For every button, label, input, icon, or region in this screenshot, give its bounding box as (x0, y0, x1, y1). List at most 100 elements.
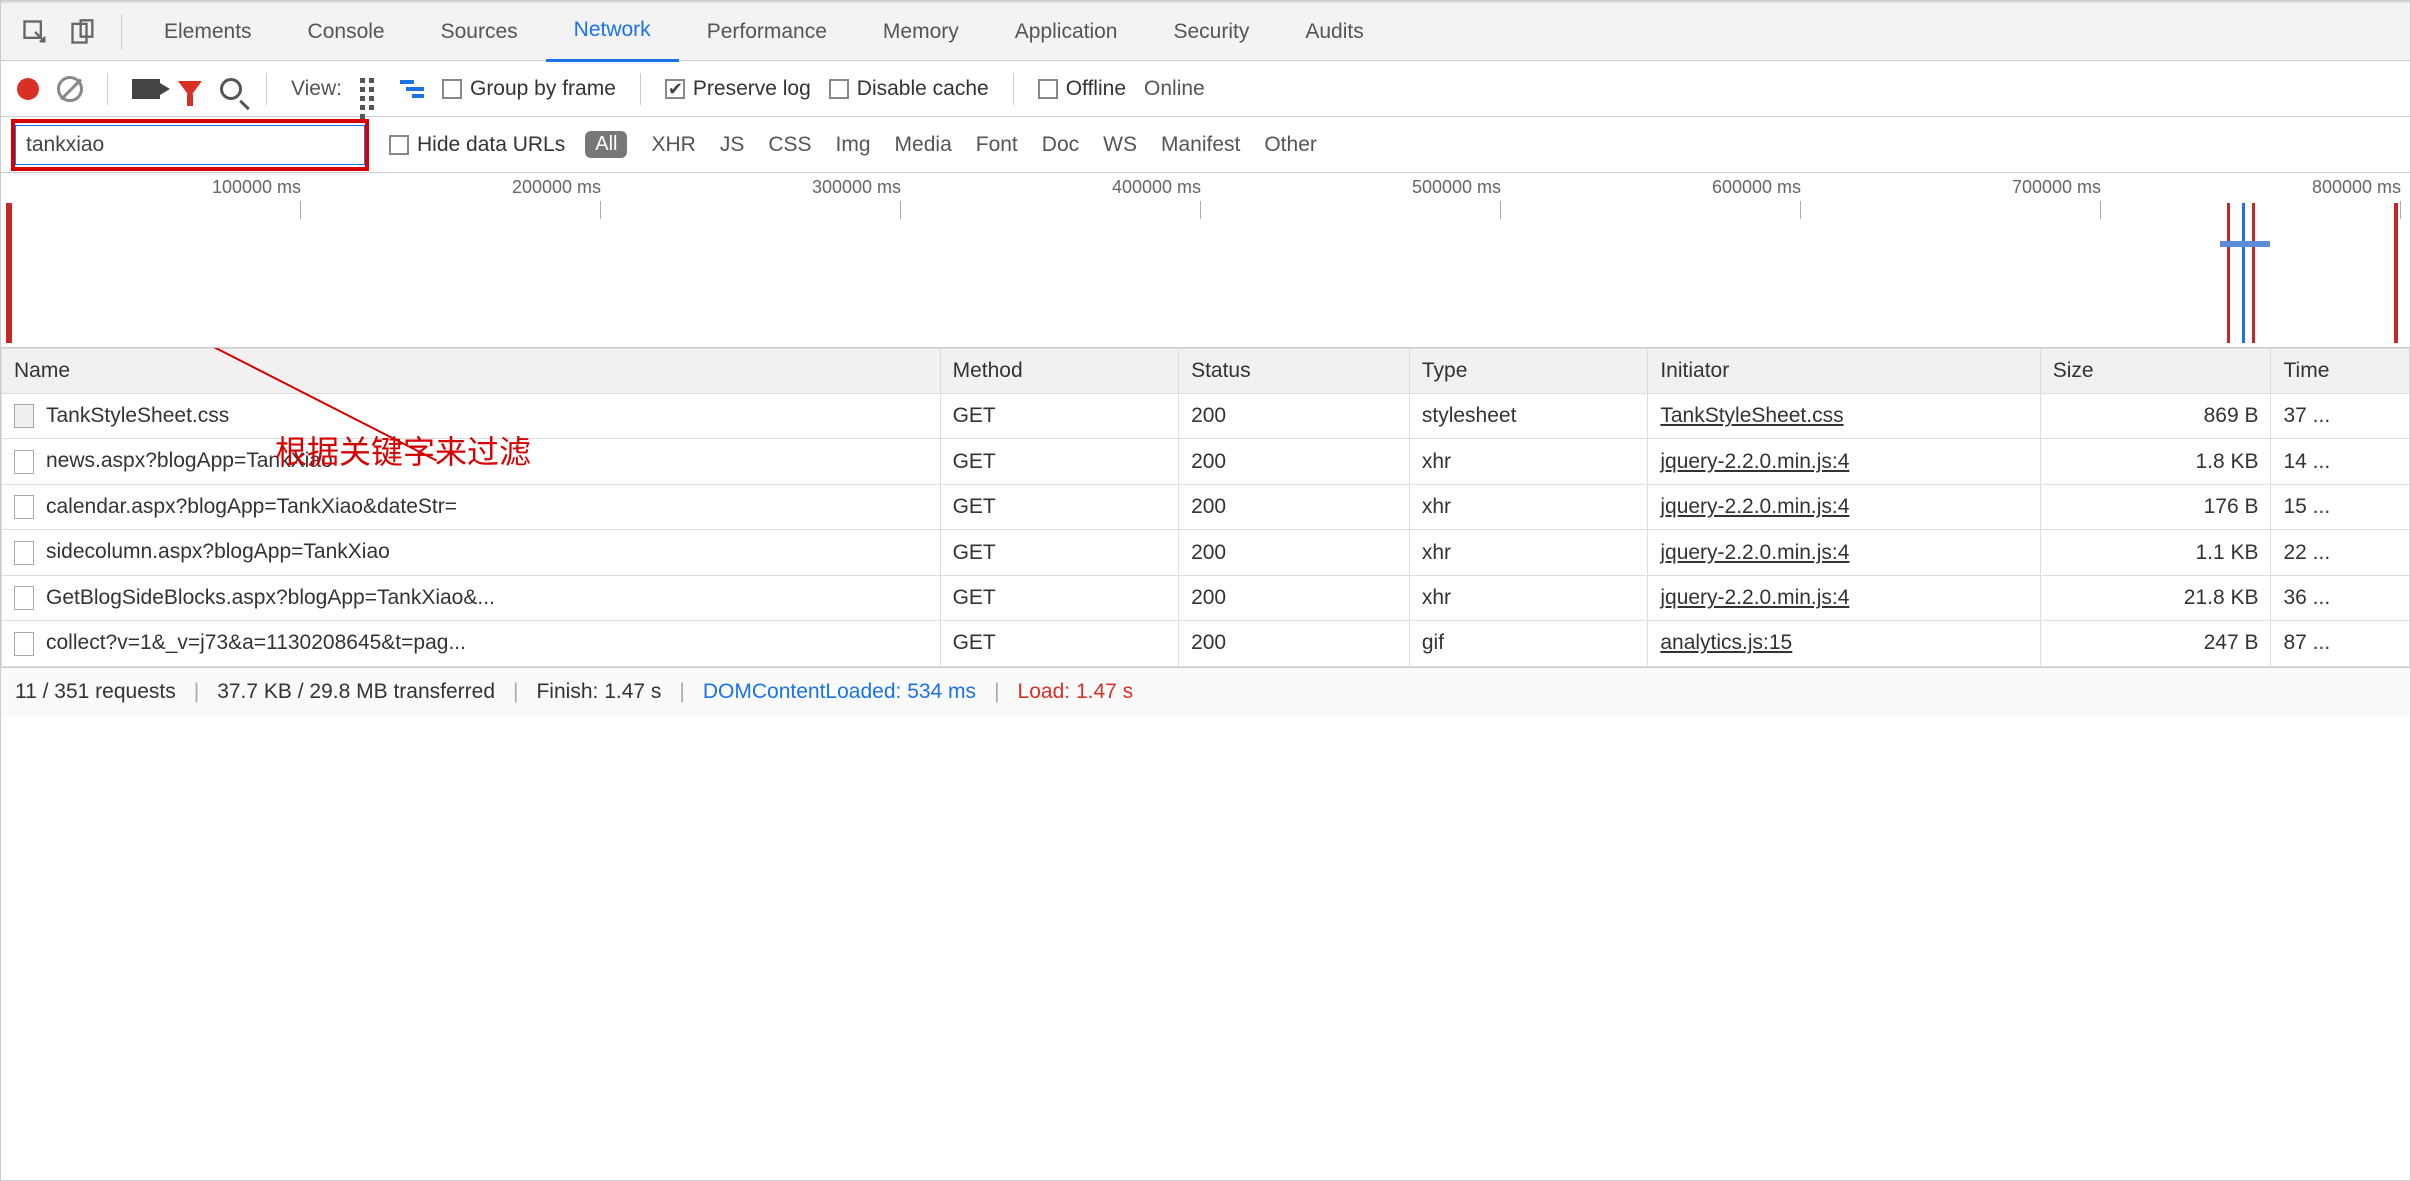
tab-elements[interactable]: Elements (136, 2, 280, 62)
filter-type-manifest[interactable]: Manifest (1161, 133, 1240, 157)
cell-type: xhr (1409, 439, 1647, 484)
tab-console[interactable]: Console (280, 2, 413, 62)
hide-data-urls-label: Hide data URLs (417, 133, 565, 156)
devtools-tabbar: ElementsConsoleSourcesNetworkPerformance… (1, 1, 2410, 61)
filter-icon[interactable] (178, 81, 202, 97)
view-label: View: (291, 77, 342, 101)
filter-type-media[interactable]: Media (895, 133, 952, 157)
filter-type-ws[interactable]: WS (1103, 133, 1137, 157)
file-icon (14, 450, 34, 474)
filter-type-img[interactable]: Img (836, 133, 871, 157)
cell-initiator: jquery-2.2.0.min.js:4 (1648, 530, 2040, 575)
tab-memory[interactable]: Memory (855, 2, 987, 62)
filter-bar: Hide data URLs All XHR JS CSS Img Media Font Do… (1, 117, 2410, 173)
cell-size: 247 B (2040, 621, 2271, 666)
cell-method: GET (940, 484, 1178, 529)
timeline-request-bar (2220, 241, 2270, 247)
cell-status: 200 (1179, 575, 1410, 620)
separator (121, 14, 122, 50)
cell-name[interactable]: GetBlogSideBlocks.aspx?blogApp=TankXiao&… (2, 575, 941, 620)
table-row[interactable]: sidecolumn.aspx?blogApp=TankXiaoGET200xh… (2, 530, 2410, 575)
large-rows-icon[interactable] (360, 78, 382, 100)
record-button[interactable] (17, 78, 39, 100)
cell-method: GET (940, 575, 1178, 620)
cell-time: 22 ... (2271, 530, 2410, 575)
cell-initiator: jquery-2.2.0.min.js:4 (1648, 575, 2040, 620)
cell-type: xhr (1409, 530, 1647, 575)
cell-initiator: jquery-2.2.0.min.js:4 (1648, 439, 2040, 484)
online-label[interactable]: Online (1144, 77, 1205, 101)
column-type[interactable]: Type (1409, 349, 1647, 394)
tab-audits[interactable]: Audits (1277, 2, 1391, 62)
column-initiator[interactable]: Initiator (1648, 349, 2040, 394)
initiator-link[interactable]: jquery-2.2.0.min.js:4 (1660, 541, 1849, 564)
inspect-icon[interactable] (11, 8, 59, 56)
filter-type-font[interactable]: Font (976, 133, 1018, 157)
status-requests: 11 / 351 requests (15, 680, 176, 704)
cell-name[interactable]: collect?v=1&_v=j73&a=1130208645&t=pag... (2, 621, 941, 666)
disable-cache-checkbox[interactable]: Disable cache (829, 77, 989, 101)
table-row[interactable]: GetBlogSideBlocks.aspx?blogApp=TankXiao&… (2, 575, 2410, 620)
filter-type-all[interactable]: All (585, 131, 627, 158)
initiator-link[interactable]: jquery-2.2.0.min.js:4 (1660, 450, 1849, 473)
filter-type-doc[interactable]: Doc (1042, 133, 1079, 157)
separator (107, 73, 108, 105)
cell-status: 200 (1179, 394, 1410, 439)
timeline-load-marker (2227, 203, 2230, 343)
cell-method: GET (940, 621, 1178, 666)
capture-screenshot-icon[interactable] (132, 79, 160, 99)
filter-type-xhr[interactable]: XHR (651, 133, 695, 157)
cell-initiator: TankStyleSheet.css (1648, 394, 2040, 439)
file-icon (14, 495, 34, 519)
offline-checkbox[interactable]: Offline (1038, 77, 1126, 101)
filter-input[interactable] (15, 125, 365, 165)
separator (266, 73, 267, 105)
initiator-link[interactable]: analytics.js:15 (1660, 631, 1792, 654)
group-by-frame-checkbox[interactable]: Group by frame (442, 77, 616, 101)
filter-type-other[interactable]: Other (1264, 133, 1317, 157)
hide-data-urls-checkbox[interactable]: Hide data URLs (389, 133, 565, 157)
timeline-tick: 700000 ms (1801, 177, 2101, 198)
cell-name[interactable]: calendar.aspx?blogApp=TankXiao&dateStr= (2, 484, 941, 529)
group-by-frame-label: Group by frame (470, 77, 616, 100)
tab-sources[interactable]: Sources (413, 2, 546, 62)
tab-performance[interactable]: Performance (679, 2, 855, 62)
column-size[interactable]: Size (2040, 349, 2271, 394)
waterfall-icon[interactable] (400, 80, 424, 98)
search-icon[interactable] (220, 78, 242, 100)
timeline-tick: 600000 ms (1501, 177, 1801, 198)
cell-initiator: jquery-2.2.0.min.js:4 (1648, 484, 2040, 529)
timeline-end-marker (2394, 203, 2398, 343)
filter-highlight-box (11, 119, 369, 171)
column-method[interactable]: Method (940, 349, 1178, 394)
tab-application[interactable]: Application (987, 2, 1146, 62)
cell-type: stylesheet (1409, 394, 1647, 439)
preserve-log-checkbox[interactable]: Preserve log (665, 77, 811, 101)
column-status[interactable]: Status (1179, 349, 1410, 394)
timeline-dcl-marker (2242, 203, 2245, 343)
table-row[interactable]: calendar.aspx?blogApp=TankXiao&dateStr=G… (2, 484, 2410, 529)
filter-type-css[interactable]: CSS (768, 133, 811, 157)
cell-time: 87 ... (2271, 621, 2410, 666)
table-row[interactable]: collect?v=1&_v=j73&a=1130208645&t=pag...… (2, 621, 2410, 666)
timeline-tick: 800000 ms (2101, 177, 2401, 198)
device-toggle-icon[interactable] (59, 8, 107, 56)
tab-security[interactable]: Security (1145, 2, 1277, 62)
timeline-start-marker (6, 203, 12, 343)
annotation-text: 根据关键字来过滤 (275, 427, 531, 473)
tab-network[interactable]: Network (546, 2, 679, 62)
column-time[interactable]: Time (2271, 349, 2410, 394)
overview-timeline[interactable]: 100000 ms200000 ms300000 ms400000 ms5000… (1, 173, 2410, 348)
preserve-log-label: Preserve log (693, 77, 811, 100)
cell-size: 176 B (2040, 484, 2271, 529)
initiator-link[interactable]: jquery-2.2.0.min.js:4 (1660, 495, 1849, 518)
cell-size: 1.8 KB (2040, 439, 2271, 484)
cell-method: GET (940, 530, 1178, 575)
clear-button[interactable] (57, 76, 83, 102)
cell-name[interactable]: sidecolumn.aspx?blogApp=TankXiao (2, 530, 941, 575)
filter-type-js[interactable]: JS (720, 133, 745, 157)
initiator-link[interactable]: jquery-2.2.0.min.js:4 (1660, 586, 1849, 609)
initiator-link[interactable]: TankStyleSheet.css (1660, 404, 1843, 427)
cell-status: 200 (1179, 530, 1410, 575)
column-name[interactable]: Name (2, 349, 941, 394)
